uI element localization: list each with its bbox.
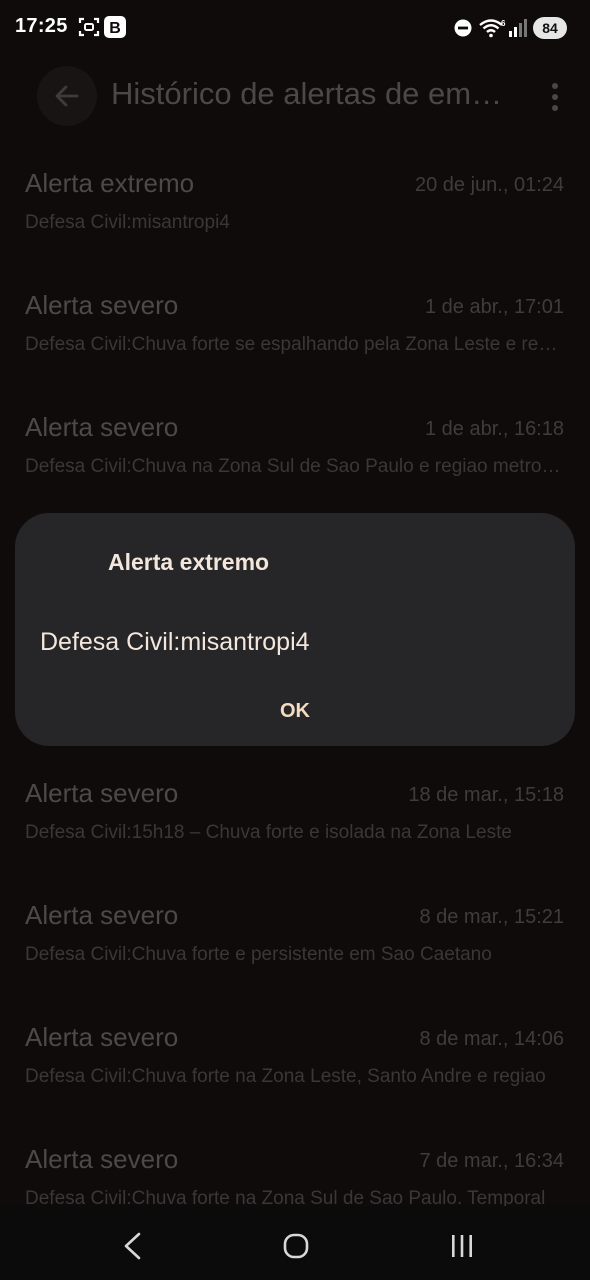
alert-body: Defesa Civil:Chuva forte se espalhando p…: [25, 334, 567, 355]
alert-body: Defesa Civil:misantropi4: [25, 212, 230, 233]
list-item[interactable]: Alerta severo 8 de mar., 14:06 Defesa Ci…: [0, 1014, 590, 1124]
app-bar: Histórico de alertas de emergência: [0, 56, 590, 140]
page-title: Histórico de alertas de emergência: [111, 76, 511, 111]
alert-date: 1 de abr., 17:01: [424, 296, 564, 318]
alert-date: 18 de mar., 15:18: [408, 784, 564, 806]
list-item[interactable]: Alerta severo 8 de mar., 15:21 Defesa Ci…: [0, 892, 590, 1002]
ok-button[interactable]: OK: [255, 691, 335, 731]
list-item[interactable]: Alerta severo 18 de mar., 15:18 Defesa C…: [0, 770, 590, 880]
alert-date: 20 de jun., 01:24: [414, 174, 564, 196]
nav-back-button[interactable]: [112, 1226, 152, 1266]
dialog-message: Defesa Civil:misantropi4: [40, 628, 310, 656]
navigation-bar: [0, 1206, 590, 1280]
alert-title: Alerta severo: [25, 900, 179, 930]
alert-body: Defesa Civil:Chuva forte e persistente e…: [25, 944, 492, 965]
recents-icon: [452, 1235, 472, 1257]
more-vertical-icon: [552, 83, 558, 111]
alert-body: Defesa Civil:15h18 – Chuva forte e isola…: [25, 822, 512, 843]
list-item[interactable]: Alerta severo 1 de abr., 17:01 Defesa Ci…: [0, 282, 590, 392]
nav-home-button[interactable]: [276, 1226, 316, 1266]
alert-title: Alerta severo: [25, 1022, 179, 1052]
alert-title: Alerta extremo: [25, 168, 195, 198]
back-icon: [124, 1232, 141, 1260]
alert-date: 8 de mar., 14:06: [419, 1028, 564, 1050]
more-options-button[interactable]: [540, 80, 570, 114]
alert-title: Alerta severo: [25, 1144, 179, 1174]
alert-title: Alerta severo: [25, 412, 179, 442]
nav-recents-button[interactable]: [442, 1226, 482, 1266]
alert-body: Defesa Civil:Chuva forte na Zona Leste, …: [25, 1066, 546, 1087]
alert-title: Alerta severo: [25, 290, 179, 320]
alert-title: Alerta severo: [25, 778, 179, 808]
alert-date: 7 de mar., 16:34: [419, 1150, 564, 1172]
dialog-title: Alerta extremo: [108, 549, 270, 575]
arrow-left-icon: [55, 85, 79, 107]
alert-date: 1 de abr., 16:18: [424, 418, 564, 440]
list-item[interactable]: Alerta severo 1 de abr., 16:18 Defesa Ci…: [0, 404, 590, 514]
alert-body: Defesa Civil:Chuva na Zona Sul de Sao Pa…: [25, 456, 567, 477]
home-icon: [283, 1233, 309, 1259]
back-button[interactable]: [37, 66, 97, 126]
list-item[interactable]: Alerta extremo 20 de jun., 01:24 Defesa …: [0, 160, 590, 270]
alert-date: 8 de mar., 15:21: [419, 906, 564, 928]
alert-dialog: Alerta extremo Defesa Civil:misantropi4 …: [15, 513, 575, 746]
